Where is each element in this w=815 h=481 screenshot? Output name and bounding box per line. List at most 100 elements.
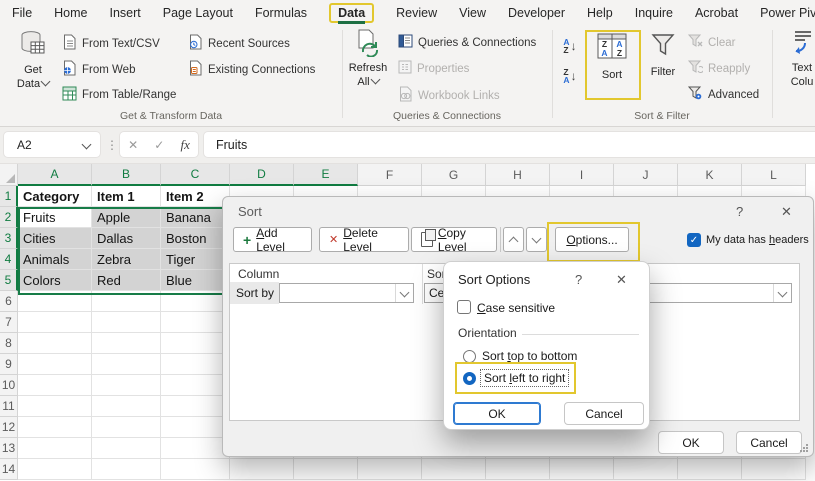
enter-icon[interactable]: ✓ [154, 138, 164, 152]
tab-insert[interactable]: Insert [110, 4, 141, 22]
tab-formulas[interactable]: Formulas [255, 4, 307, 22]
cell-C8[interactable] [161, 333, 230, 354]
copy-level-button[interactable]: Copy Level [411, 227, 497, 252]
resize-grip[interactable] [799, 443, 809, 453]
cell-B12[interactable] [92, 417, 161, 438]
cell-C6[interactable] [161, 291, 230, 312]
cell-C10[interactable] [161, 375, 230, 396]
column-header-E[interactable]: E [294, 164, 358, 186]
tab-file[interactable]: File [12, 4, 32, 22]
column-header-K[interactable]: K [678, 164, 742, 186]
cell-B5[interactable]: Red [92, 270, 161, 291]
cell-A5[interactable]: Colors [18, 270, 92, 291]
cell-C5[interactable]: Blue [161, 270, 230, 291]
cell-D14[interactable] [230, 459, 294, 480]
cell-C2[interactable]: Banana [161, 207, 230, 228]
cell-F14[interactable] [358, 459, 422, 480]
tab-acrobat[interactable]: Acrobat [695, 4, 738, 22]
sort-cancel-button[interactable]: Cancel [736, 431, 802, 454]
cell-K14[interactable] [678, 459, 742, 480]
cell-B1[interactable]: Item 1 [92, 186, 161, 207]
cell-E14[interactable] [294, 459, 358, 480]
insert-function-icon[interactable]: fx [181, 137, 190, 153]
column-header-J[interactable]: J [614, 164, 678, 186]
case-sensitive-checkbox[interactable] [457, 300, 471, 314]
cell-C9[interactable] [161, 354, 230, 375]
help-icon[interactable]: ? [575, 272, 582, 287]
row-header-13[interactable]: 13 [0, 438, 18, 459]
row-header-3[interactable]: 3 [0, 228, 18, 249]
queries-connections-button[interactable]: Queries & Connections [398, 34, 536, 51]
cell-B6[interactable] [92, 291, 161, 312]
column-header-C[interactable]: C [161, 164, 230, 186]
name-box[interactable]: A2 [4, 132, 100, 157]
cell-B4[interactable]: Zebra [92, 249, 161, 270]
cell-C14[interactable] [161, 459, 230, 480]
existing-connections-button[interactable]: Existing Connections [188, 60, 315, 79]
tab-review[interactable]: Review [396, 4, 437, 22]
column-header-H[interactable]: H [486, 164, 550, 186]
cancel-icon[interactable]: ✕ [128, 138, 138, 152]
get-data-button[interactable]: Get Data [6, 29, 60, 91]
sort-ok-button[interactable]: OK [658, 431, 724, 454]
cell-C1[interactable]: Item 2 [161, 186, 230, 207]
column-header-F[interactable]: F [358, 164, 422, 186]
tab-page-layout[interactable]: Page Layout [163, 4, 233, 22]
cell-A14[interactable] [18, 459, 92, 480]
row-header-12[interactable]: 12 [0, 417, 18, 438]
from-table-range-button[interactable]: From Table/Range [62, 86, 176, 104]
cell-B3[interactable]: Dallas [92, 228, 161, 249]
cell-C12[interactable] [161, 417, 230, 438]
cell-A11[interactable] [18, 396, 92, 417]
close-icon[interactable]: ✕ [781, 204, 792, 220]
cell-A1[interactable]: Category [18, 186, 92, 207]
cell-I14[interactable] [550, 459, 614, 480]
sort-left-to-right-radio[interactable] [463, 372, 476, 385]
cell-A8[interactable] [18, 333, 92, 354]
text-to-columns-button[interactable]: Text Colu [780, 29, 815, 89]
from-web-button[interactable]: From Web [62, 60, 135, 79]
column-header-G[interactable]: G [422, 164, 486, 186]
sort-by-column-dropdown[interactable] [279, 283, 414, 303]
tab-power-pivot[interactable]: Power Piv [760, 4, 815, 22]
my-data-has-headers-checkbox[interactable]: ✓ [687, 233, 701, 247]
cell-C4[interactable]: Tiger [161, 249, 230, 270]
row-header-10[interactable]: 10 [0, 375, 18, 396]
filter-button[interactable]: Filter [642, 32, 684, 79]
cell-A6[interactable] [18, 291, 92, 312]
sort-top-to-bottom-radio[interactable] [463, 350, 476, 363]
tab-data[interactable]: Data [329, 3, 374, 23]
cell-G14[interactable] [422, 459, 486, 480]
advanced-filter-button[interactable]: Advanced [688, 86, 759, 103]
refresh-all-button[interactable]: Refresh All [346, 29, 390, 89]
cell-A12[interactable] [18, 417, 92, 438]
row-header-5[interactable]: 5 [0, 270, 18, 291]
column-header-B[interactable]: B [92, 164, 161, 186]
close-icon[interactable]: ✕ [616, 272, 627, 288]
sort-options-cancel-button[interactable]: Cancel [564, 402, 644, 425]
row-header-6[interactable]: 6 [0, 291, 18, 312]
help-icon[interactable]: ? [736, 204, 743, 219]
cell-B2[interactable]: Apple [92, 207, 161, 228]
add-level-button[interactable]: + Add Level [233, 227, 312, 252]
cell-A3[interactable]: Cities [18, 228, 92, 249]
cell-B9[interactable] [92, 354, 161, 375]
tab-view[interactable]: View [459, 4, 486, 22]
row-header-1[interactable]: 1 [0, 186, 18, 207]
cell-C7[interactable] [161, 312, 230, 333]
cell-B13[interactable] [92, 438, 161, 459]
column-header-I[interactable]: I [550, 164, 614, 186]
row-header-2[interactable]: 2 [0, 207, 18, 228]
row-header-9[interactable]: 9 [0, 354, 18, 375]
sort-descending-button[interactable]: ZA ↓ [556, 63, 584, 89]
formula-input[interactable]: Fruits [204, 132, 815, 157]
cell-L14[interactable] [742, 459, 806, 480]
cell-A9[interactable] [18, 354, 92, 375]
tab-inquire[interactable]: Inquire [635, 4, 673, 22]
row-header-4[interactable]: 4 [0, 249, 18, 270]
cell-B11[interactable] [92, 396, 161, 417]
cell-H14[interactable] [486, 459, 550, 480]
column-header-L[interactable]: L [742, 164, 806, 186]
sort-ascending-button[interactable]: AZ ↓ [556, 33, 584, 59]
sort-button[interactable]: Z A A Z Sort [589, 32, 635, 82]
